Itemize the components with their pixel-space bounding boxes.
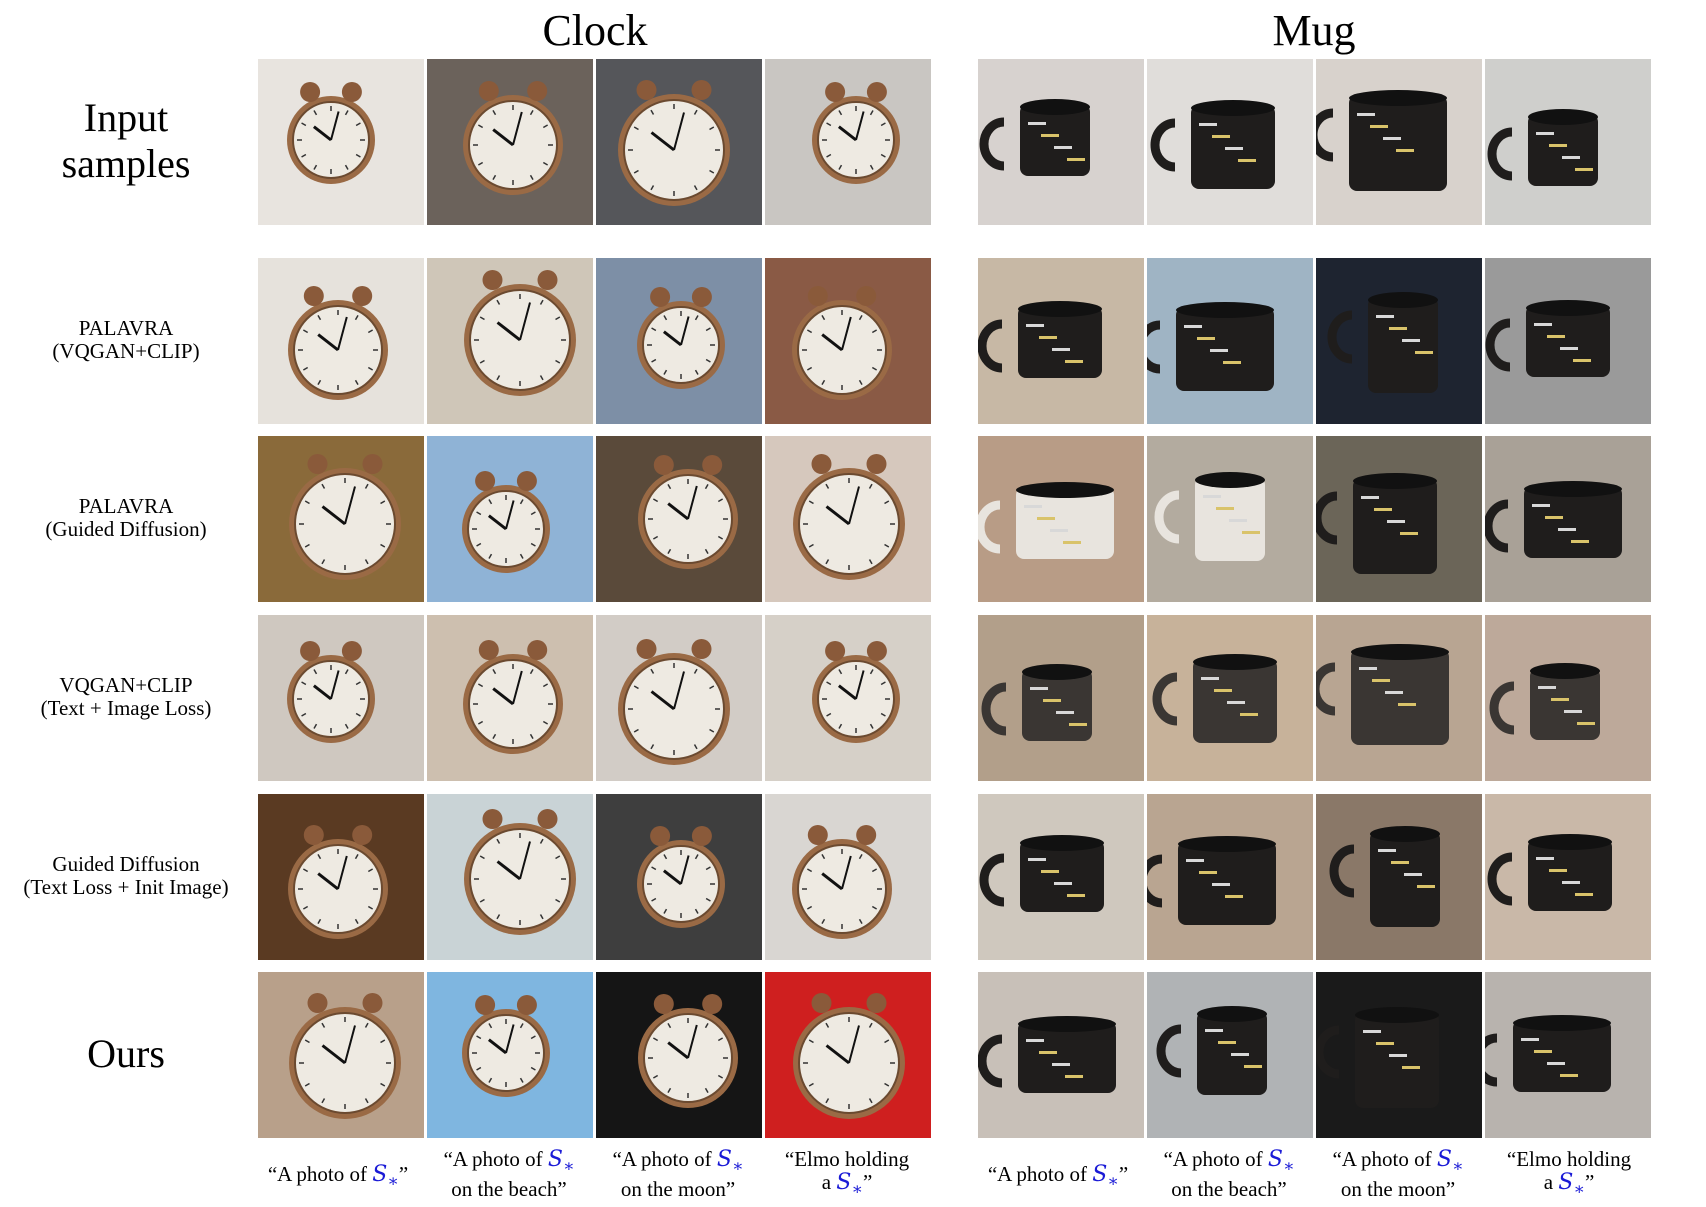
row-label-line: PALAVRA	[78, 316, 174, 340]
image-math-mug-closeup	[1147, 59, 1313, 225]
image-alarm-clock-on-beach	[427, 972, 593, 1138]
token-symbol: S∗	[547, 1147, 575, 1177]
row-label-line: samples	[61, 141, 191, 186]
image-clock-on-moon	[596, 258, 762, 424]
image-clock-hand-closeup	[765, 436, 931, 602]
caption-moon: “A photo of S∗ on the moon”	[1313, 1148, 1483, 1201]
image-copper-alarm-clock	[427, 59, 593, 225]
image-roman-wall-clock	[258, 794, 424, 960]
caption-elmo: “Elmo holding a S∗”	[1484, 1148, 1654, 1201]
image-white-mug-letters	[978, 436, 1144, 602]
image-clock-on-beach	[427, 258, 593, 424]
image-mug-on-moon-sparkle	[1316, 258, 1482, 424]
image-clock-beach-pendant	[427, 794, 593, 960]
caption-text: “A photo of	[987, 1162, 1093, 1186]
caption-beach: “A photo of S∗ on the beach”	[424, 1148, 594, 1201]
row-label-line: (Text + Image Loss)	[40, 696, 212, 720]
image-small-mug-on-counter	[978, 794, 1144, 960]
caption-text: “A photo of	[267, 1162, 373, 1186]
image-alarm-clock-in-hand	[765, 59, 931, 225]
mug-column-title: Mug	[1272, 6, 1356, 55]
token-symbol: S∗	[836, 1170, 863, 1200]
row-label-line: Input	[83, 95, 169, 140]
image-mug-on-table	[978, 615, 1144, 781]
row-label-ours: Ours	[0, 971, 252, 1137]
row-label-palavra-vqgan: PALAVRA (VQGAN+CLIP)	[0, 257, 252, 423]
row-label-line: (Guided Diffusion)	[45, 517, 207, 541]
row-label-line: (Text Loss + Init Image)	[23, 875, 229, 899]
image-alarm-clock-held	[258, 59, 424, 225]
row-label-line: (VQGAN+CLIP)	[52, 339, 200, 363]
caption-elmo: “Elmo holding a S∗”	[762, 1148, 932, 1201]
caption-beach: “A photo of S∗ on the beach”	[1144, 1148, 1314, 1201]
image-clock-with-text	[765, 794, 931, 960]
image-mug-dark-interior	[1316, 794, 1482, 960]
token-symbol: S∗	[1267, 1147, 1295, 1177]
image-mug-grey-texture	[1316, 615, 1482, 781]
image-checkered-mug	[1485, 794, 1651, 960]
image-black-math-mug	[978, 972, 1144, 1138]
caption-photo: “A photo of S∗”	[987, 1162, 1129, 1192]
image-clock-moon-bw	[596, 794, 762, 960]
caption-line2: on the beach”	[1171, 1177, 1287, 1202]
image-distorted-clock-on-bed	[258, 258, 424, 424]
row-label-line: Ours	[87, 1031, 165, 1076]
caption-text: “Elmo holding	[784, 1147, 910, 1171]
token-symbol: S∗	[372, 1162, 399, 1192]
image-elmo-holding-mug	[1485, 972, 1651, 1138]
caption-text: “Elmo holding	[1506, 1147, 1632, 1171]
image-grey-mug-3d	[1485, 615, 1651, 781]
image-mug-on-beach-rock	[1147, 972, 1313, 1138]
image-dark-clock-surface	[596, 436, 762, 602]
image-elmo-holding-clock	[765, 972, 931, 1138]
image-math-mug-in-hand	[1316, 59, 1482, 225]
token-symbol: S∗	[1092, 1162, 1119, 1192]
image-mug-on-moon	[1316, 972, 1482, 1138]
row-label-line: VQGAN+CLIP	[59, 673, 193, 697]
row-label-line: PALAVRA	[78, 494, 174, 518]
image-mug-on-moon-texture	[1316, 436, 1482, 602]
caption-moon: “A photo of S∗ on the moon”	[593, 1148, 763, 1201]
caption-line2: on the moon”	[1340, 1177, 1456, 1202]
image-mug-on-beach	[1147, 258, 1313, 424]
image-mug-on-sand	[1147, 436, 1313, 602]
token-symbol: S∗	[1436, 1147, 1464, 1177]
clock-column-title: Clock	[542, 6, 648, 55]
image-black-mug-top	[978, 59, 1144, 225]
image-kettle-on-beach	[427, 436, 593, 602]
image-black-mug-on-sand	[1147, 794, 1313, 960]
image-mug-on-dresser	[1485, 59, 1651, 225]
row-label-palavra-diffusion: PALAVRA (Guided Diffusion)	[0, 435, 252, 601]
row-label-line: Guided Diffusion	[52, 852, 200, 876]
caption-text: “A photo of	[612, 1147, 717, 1171]
row-label-guided-diffusion: Guided Diffusion (Text Loss + Init Image…	[0, 793, 252, 959]
image-elmo-with-clock	[765, 258, 931, 424]
caption-text: “A photo of	[1332, 1147, 1437, 1171]
caption-text: “A photo of	[443, 1147, 548, 1171]
token-symbol: S∗	[716, 1147, 744, 1177]
image-small-red-object-on-sand	[1485, 436, 1651, 602]
image-clock-on-wood	[765, 615, 931, 781]
image-alarm-clock-on-moon	[596, 972, 762, 1138]
caption-photo: “A photo of S∗”	[267, 1162, 409, 1192]
image-elmo-with-mug	[1485, 258, 1651, 424]
image-alarm-clock-on-table	[258, 972, 424, 1138]
caption-text: “A photo of	[1163, 1147, 1268, 1171]
caption-line2: on the beach”	[451, 1177, 567, 1202]
image-clock-on-grey	[596, 615, 762, 781]
image-mug-on-beach-sand	[1147, 615, 1313, 781]
image-melting-clock	[258, 615, 424, 781]
image-colorful-mug	[978, 258, 1144, 424]
image-alarm-clock-on-sofa	[596, 59, 762, 225]
row-label-input-samples: Input samples	[0, 58, 252, 224]
image-bag-shaped-clock	[258, 436, 424, 602]
token-symbol: S∗	[1558, 1170, 1585, 1200]
caption-line2: on the moon”	[620, 1177, 736, 1202]
row-label-vqgan-clip: VQGAN+CLIP (Text + Image Loss)	[0, 614, 252, 780]
image-clock-on-sand	[427, 615, 593, 781]
